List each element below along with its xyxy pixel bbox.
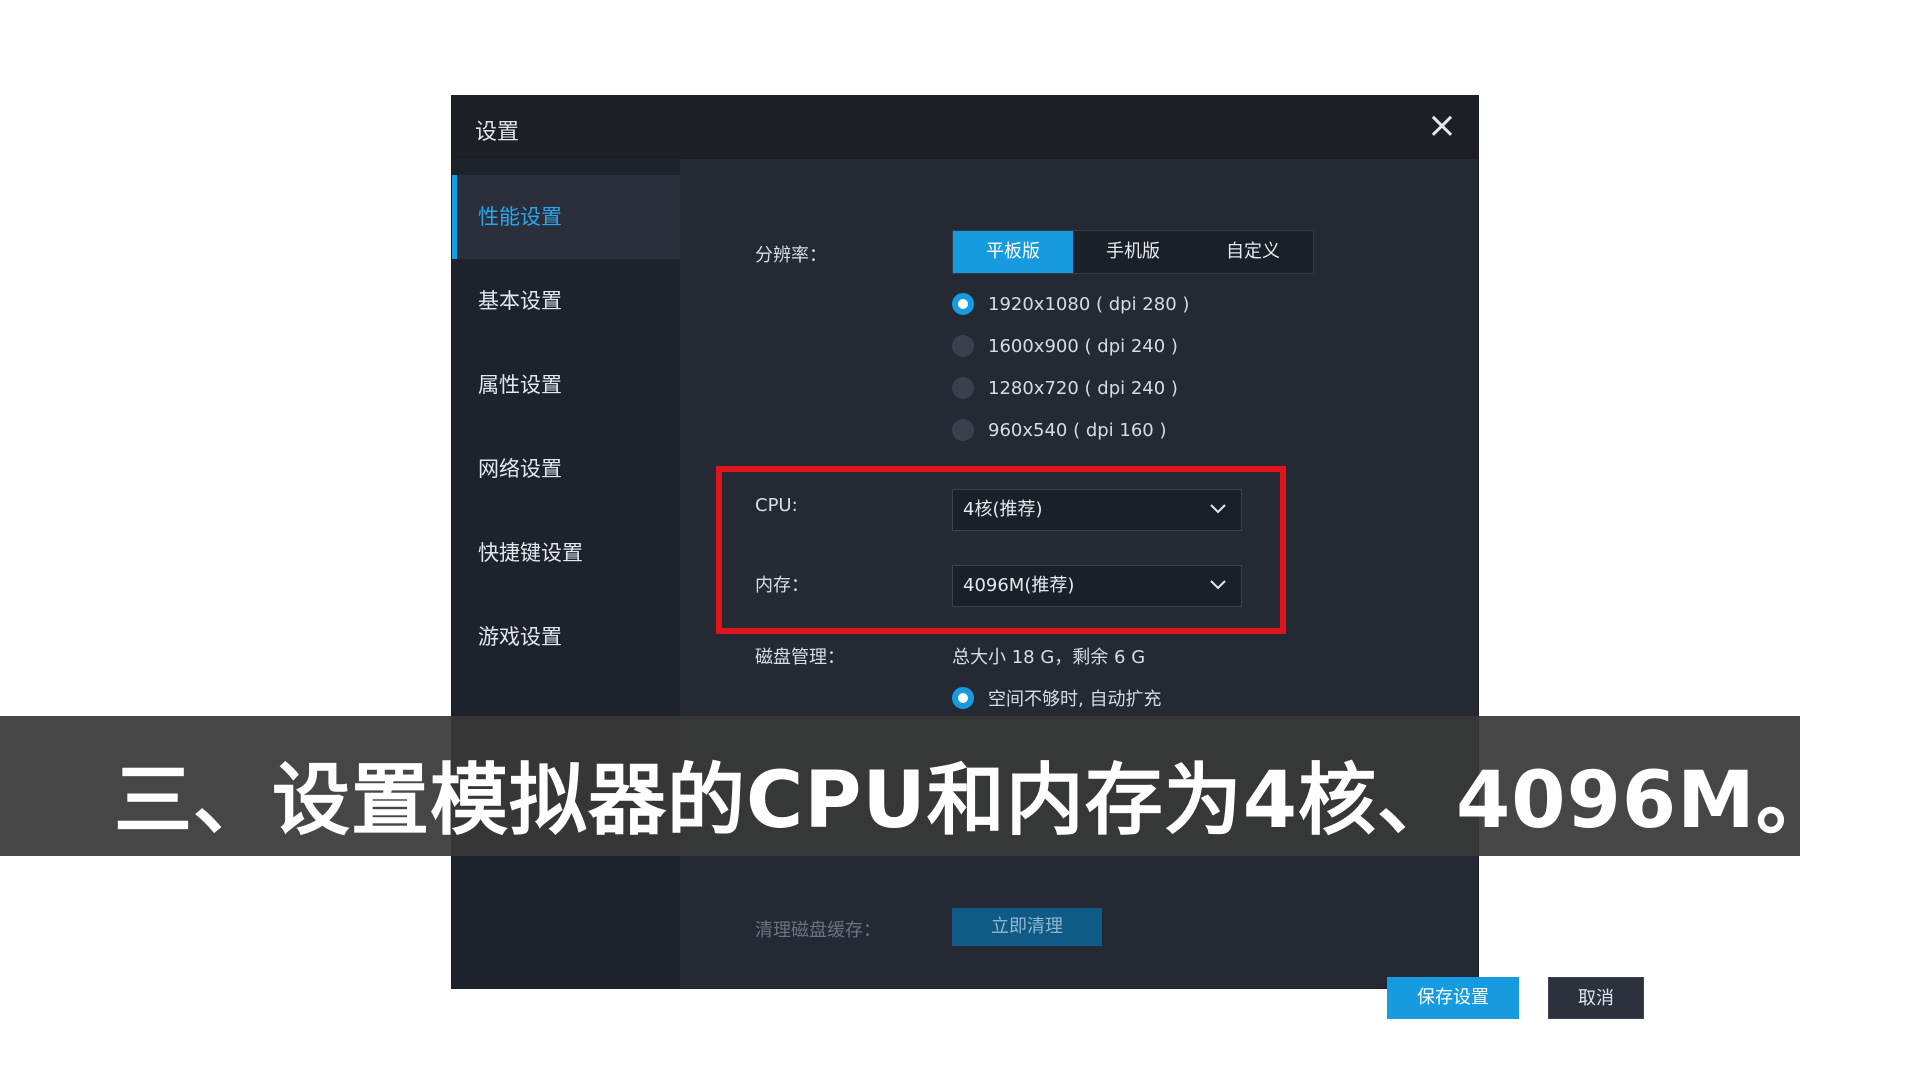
- cancel-button[interactable]: 取消: [1548, 977, 1644, 1019]
- resolution-option[interactable]: 1920x1080 ( dpi 280 ): [952, 289, 1189, 319]
- resolution-option[interactable]: 1280x720 ( dpi 240 ): [952, 373, 1178, 403]
- title-bar: 设置 ×: [452, 96, 1478, 159]
- auto-expand-option[interactable]: 空间不够时, 自动扩充: [952, 683, 1161, 713]
- save-button[interactable]: 保存设置: [1387, 977, 1519, 1019]
- radio-icon[interactable]: [952, 377, 974, 399]
- sidebar-item-properties[interactable]: 属性设置: [452, 343, 680, 427]
- sidebar-item-games[interactable]: 游戏设置: [452, 595, 680, 679]
- sidebar-item-shortcuts[interactable]: 快捷键设置: [452, 511, 680, 595]
- highlight-box: [716, 466, 1286, 634]
- tab-custom[interactable]: 自定义: [1193, 231, 1313, 273]
- sidebar-item-basic[interactable]: 基本设置: [452, 259, 680, 343]
- resolution-tabs: 平板版 手机版 自定义: [952, 230, 1314, 274]
- dialog-title: 设置: [475, 120, 520, 145]
- sidebar: 性能设置 基本设置 属性设置 网络设置 快捷键设置 游戏设置: [452, 159, 680, 988]
- radio-selected-icon[interactable]: [952, 293, 974, 315]
- cache-label: 清理磁盘缓存：: [755, 920, 881, 941]
- caption-text: 三、设置模拟器的CPU和内存为4核、4096M。: [114, 756, 1835, 846]
- sidebar-item-performance[interactable]: 性能设置: [452, 175, 680, 259]
- tab-phone[interactable]: 手机版: [1073, 231, 1193, 273]
- radio-icon[interactable]: [952, 419, 974, 441]
- sidebar-item-network[interactable]: 网络设置: [452, 427, 680, 511]
- radio-selected-icon[interactable]: [952, 687, 974, 709]
- disk-label: 磁盘管理：: [755, 647, 845, 668]
- clean-cache-button[interactable]: 立即清理: [952, 908, 1102, 946]
- tab-tablet[interactable]: 平板版: [953, 231, 1073, 273]
- disk-summary: 总大小 18 G，剩余 6 G: [952, 647, 1146, 668]
- resolution-label: 分辨率：: [755, 245, 827, 266]
- radio-icon[interactable]: [952, 335, 974, 357]
- caption-banner: 三、设置模拟器的CPU和内存为4核、4096M。: [0, 716, 1834, 856]
- resolution-option[interactable]: 1600x900 ( dpi 240 ): [952, 331, 1178, 361]
- close-icon[interactable]: ×: [1424, 108, 1460, 144]
- resolution-option[interactable]: 960x540 ( dpi 160 ): [952, 415, 1167, 445]
